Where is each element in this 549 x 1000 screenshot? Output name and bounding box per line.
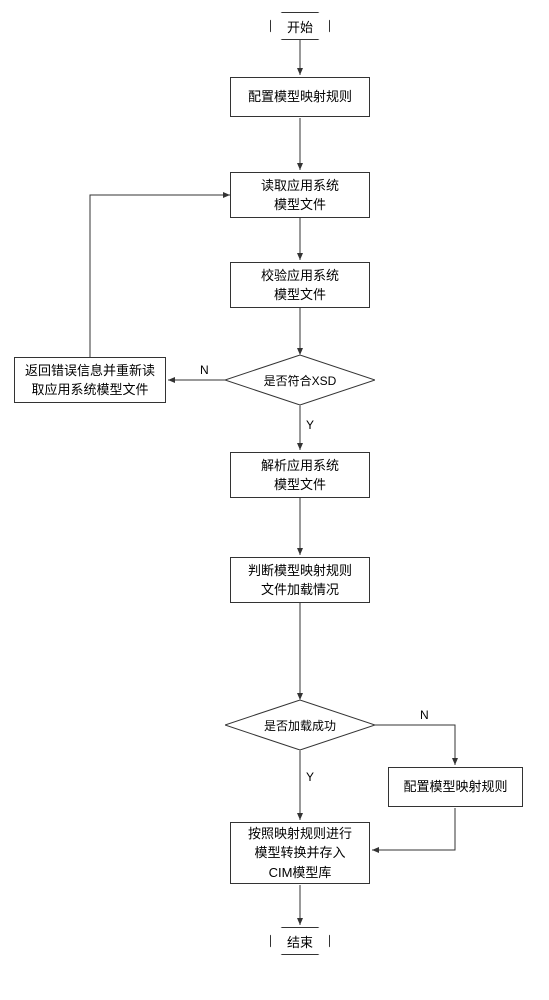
decision-label: 是否加载成功: [264, 717, 336, 734]
decision-label: 是否符合XSD: [264, 372, 337, 389]
process-validate-model: 校验应用系统模型文件: [230, 262, 370, 308]
process-label: 校验应用系统模型文件: [261, 266, 339, 305]
process-transform-store: 按照映射规则进行模型转换并存入CIM模型库: [230, 822, 370, 884]
process-label: 按照映射规则进行模型转换并存入CIM模型库: [248, 824, 352, 883]
edge-label-yes: Y: [306, 418, 314, 432]
process-label: 解析应用系统模型文件: [261, 456, 339, 495]
process-label: 配置模型映射规则: [403, 777, 507, 797]
process-check-loading: 判断模型映射规则文件加载情况: [230, 557, 370, 603]
edge-label-yes: Y: [306, 770, 314, 784]
end-label: 结束: [287, 932, 313, 951]
process-configure-mapping-2: 配置模型映射规则: [388, 767, 523, 807]
process-return-error: 返回错误信息并重新读取应用系统模型文件: [14, 357, 166, 403]
edge-label-no: N: [420, 708, 429, 722]
start-terminator: 开始: [270, 12, 330, 40]
process-label: 配置模型映射规则: [248, 87, 352, 107]
process-configure-mapping: 配置模型映射规则: [230, 77, 370, 117]
process-label: 返回错误信息并重新读取应用系统模型文件: [25, 361, 155, 400]
edge-label-no: N: [200, 363, 209, 377]
process-label: 读取应用系统模型文件: [261, 176, 339, 215]
end-terminator: 结束: [270, 927, 330, 955]
decision-xsd-check: 是否符合XSD: [225, 355, 375, 405]
start-label: 开始: [287, 17, 313, 36]
process-parse-model: 解析应用系统模型文件: [230, 452, 370, 498]
process-label: 判断模型映射规则文件加载情况: [248, 561, 352, 600]
decision-load-success: 是否加载成功: [225, 700, 375, 750]
process-read-model: 读取应用系统模型文件: [230, 172, 370, 218]
